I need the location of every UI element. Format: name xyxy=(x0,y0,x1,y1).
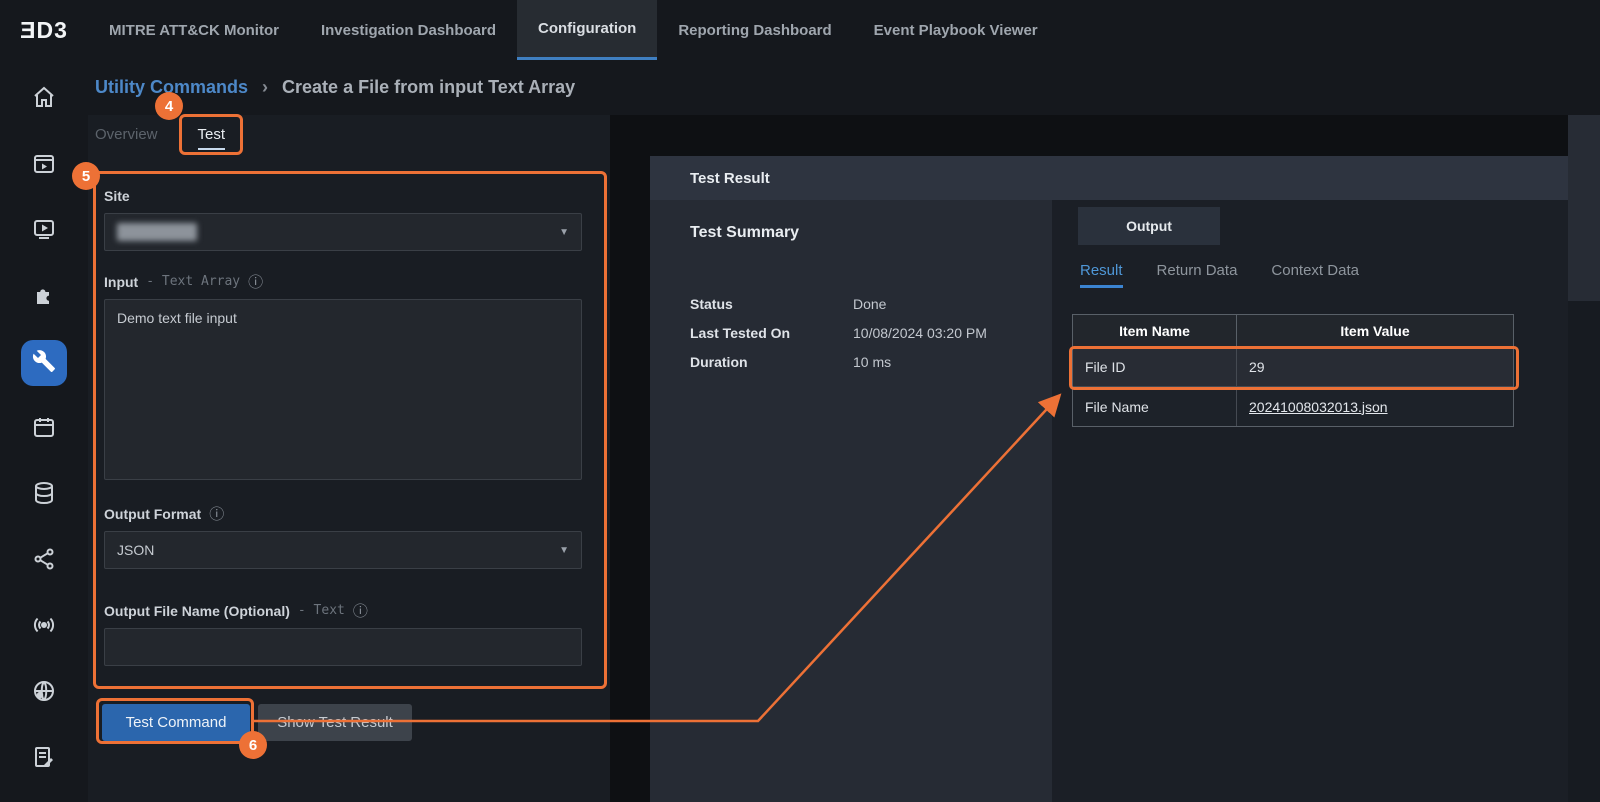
sidebar-item-schedule[interactable] xyxy=(0,132,88,198)
tab-output[interactable]: Output xyxy=(1078,207,1220,245)
sidebar-item-user-access[interactable] xyxy=(0,660,88,726)
sidebar-item-home[interactable] xyxy=(0,66,88,132)
sidebar-item-integrations[interactable] xyxy=(0,264,88,330)
sidebar-item-playbooks[interactable] xyxy=(0,198,88,264)
output-file-type-hint: - Text xyxy=(298,603,345,618)
output-region xyxy=(1052,200,1600,802)
output-format-selected-value: JSON xyxy=(117,542,154,558)
table-row-file-id: File ID 29 xyxy=(1073,348,1513,387)
last-tested-value: 10/08/2024 03:20 PM xyxy=(853,325,987,341)
breadcrumb-separator-icon: › xyxy=(262,77,268,98)
sidebar-item-calendar[interactable] xyxy=(0,396,88,462)
subtab-return-data[interactable]: Return Data xyxy=(1157,262,1238,288)
share-nodes-icon xyxy=(32,547,56,576)
info-icon[interactable]: ⓘ xyxy=(353,600,368,621)
calendar-icon xyxy=(32,415,56,444)
sidebar-item-reports[interactable] xyxy=(0,726,88,792)
video-library-icon xyxy=(32,217,56,246)
subtab-context-data[interactable]: Context Data xyxy=(1271,262,1359,288)
duration-label: Duration xyxy=(690,354,853,370)
nav-item-investigation-dashboard[interactable]: Investigation Dashboard xyxy=(300,0,517,60)
result-table: Item Name Item Value File ID 29 File Nam… xyxy=(1072,314,1514,427)
sidebar-item-data[interactable] xyxy=(0,462,88,528)
output-file-label-row: Output File Name (Optional) - Text ⓘ xyxy=(104,600,368,621)
table-row-file-name: File Name 20241008032013.json xyxy=(1073,387,1513,426)
tab-test[interactable]: Test xyxy=(198,126,226,150)
show-test-result-button[interactable]: Show Test Result xyxy=(258,704,412,741)
form-tabs: Overview Test xyxy=(95,126,225,150)
chevron-down-icon: ▼ xyxy=(559,227,569,238)
status-value: Done xyxy=(853,296,886,312)
scrollbar-thumb[interactable] xyxy=(1568,115,1600,301)
sidebar-item-broadcast[interactable] xyxy=(0,594,88,660)
step-badge-6: 6 xyxy=(239,731,267,759)
sidebar-item-connections[interactable] xyxy=(0,528,88,594)
schedule-play-icon xyxy=(32,151,56,180)
output-format-label-row: Output Format ⓘ xyxy=(104,503,224,524)
d3-logo: ƎD3 xyxy=(0,0,88,60)
output-file-name-label: Output File Name (Optional) xyxy=(104,603,290,619)
breadcrumb: Utility Commands › Create a File from in… xyxy=(88,60,1600,115)
status-label: Status xyxy=(690,296,853,312)
nav-item-reporting-dashboard[interactable]: Reporting Dashboard xyxy=(657,0,852,60)
test-result-title: Test Result xyxy=(690,170,770,187)
puzzle-icon xyxy=(32,283,56,312)
output-file-name-input[interactable] xyxy=(104,628,582,666)
summary-row-duration: Duration 10 ms xyxy=(690,354,987,370)
file-id-value-cell: 29 xyxy=(1237,348,1513,386)
site-select[interactable]: ▼ xyxy=(104,213,582,251)
summary-row-last-tested: Last Tested On 10/08/2024 03:20 PM xyxy=(690,325,987,341)
file-id-name-cell: File ID xyxy=(1073,348,1237,386)
header-item-name: Item Name xyxy=(1073,315,1237,347)
duration-value: 10 ms xyxy=(853,354,891,370)
chevron-down-icon: ▼ xyxy=(559,545,569,556)
database-icon xyxy=(32,481,56,510)
test-command-button[interactable]: Test Command xyxy=(102,704,250,741)
input-type-hint: - Text Array xyxy=(146,274,240,289)
input-label-row: Input - Text Array ⓘ xyxy=(104,271,263,292)
file-name-link[interactable]: 20241008032013.json xyxy=(1249,399,1388,415)
nav-item-mitre-attck-monitor[interactable]: MITRE ATT&CK Monitor xyxy=(88,0,300,60)
input-label: Input xyxy=(104,274,138,290)
page-title: Create a File from input Text Array xyxy=(282,77,575,98)
sidebar-item-utilities[interactable] xyxy=(0,330,88,396)
site-label: Site xyxy=(104,188,130,204)
summary-row-status: Status Done xyxy=(690,296,987,312)
input-textarea[interactable]: Demo text file input xyxy=(104,299,582,480)
wrench-icon xyxy=(32,349,56,378)
test-summary-region xyxy=(650,200,1052,802)
broadcast-icon xyxy=(32,613,56,642)
subtab-result[interactable]: Result xyxy=(1080,262,1123,288)
tab-overview[interactable]: Overview xyxy=(95,126,158,150)
user-globe-icon xyxy=(32,679,56,708)
file-name-value-cell: 20241008032013.json xyxy=(1237,387,1513,426)
test-summary-rows: Status Done Last Tested On 10/08/2024 03… xyxy=(690,296,987,370)
test-result-header: Test Result xyxy=(650,156,1600,200)
result-table-header: Item Name Item Value xyxy=(1073,315,1513,348)
step-badge-4: 4 xyxy=(155,92,183,120)
app-window: ƎD3 MITRE ATT&CK Monitor Investigation D… xyxy=(0,0,1600,802)
utilities-active-highlight xyxy=(21,340,67,386)
test-summary-title: Test Summary xyxy=(690,224,799,242)
last-tested-label: Last Tested On xyxy=(690,325,853,341)
report-edit-icon xyxy=(32,745,56,774)
top-nav: ƎD3 MITRE ATT&CK Monitor Investigation D… xyxy=(0,0,1600,60)
file-name-name-cell: File Name xyxy=(1073,387,1237,426)
output-format-select[interactable]: JSON ▼ xyxy=(104,531,582,569)
output-format-label: Output Format xyxy=(104,506,201,522)
info-icon[interactable]: ⓘ xyxy=(248,271,263,292)
info-icon[interactable]: ⓘ xyxy=(209,503,224,524)
nav-item-event-playbook-viewer[interactable]: Event Playbook Viewer xyxy=(853,0,1059,60)
output-subtabs: Result Return Data Context Data xyxy=(1080,262,1359,288)
nav-item-configuration[interactable]: Configuration xyxy=(517,0,657,60)
header-item-value: Item Value xyxy=(1237,315,1513,347)
home-icon xyxy=(32,85,56,114)
step-badge-5: 5 xyxy=(72,162,100,190)
site-selected-value-redacted xyxy=(117,223,197,241)
